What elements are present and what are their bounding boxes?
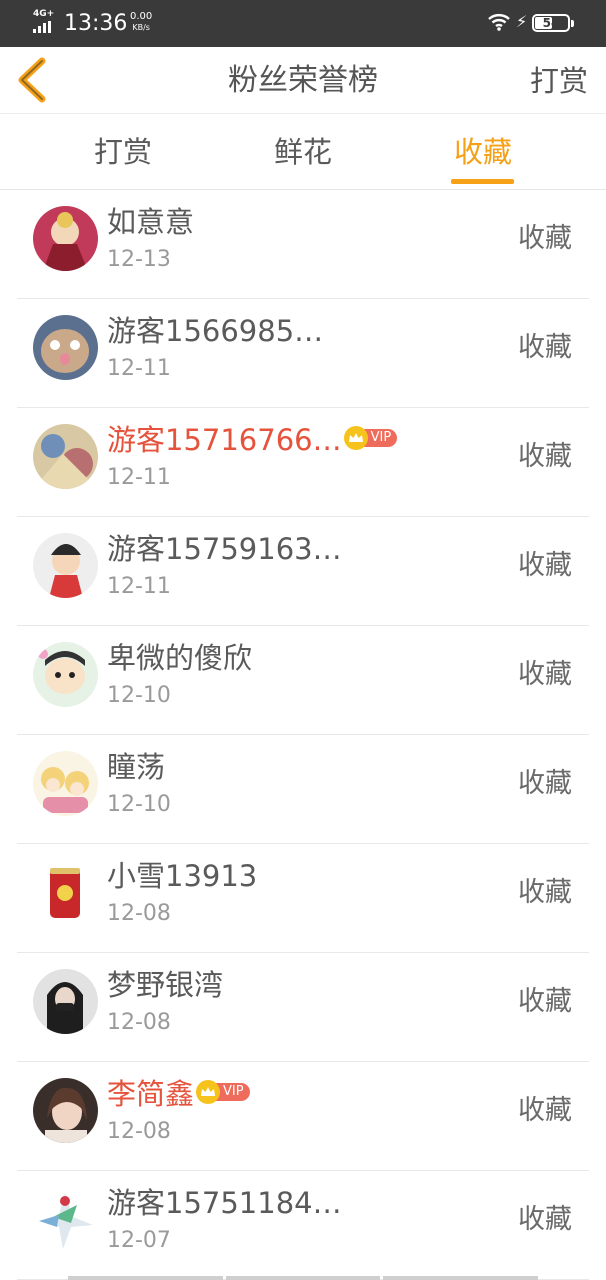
list-item[interactable]: 游客15759163… 12-11 收藏 (0, 517, 606, 626)
network-speed-unit: KB/s (132, 23, 150, 32)
next-row-peek (68, 1276, 539, 1280)
crown-icon (343, 426, 368, 450)
user-name: 游客1566985… (107, 314, 324, 348)
user-name: 瞳荡 (107, 750, 166, 784)
list-item[interactable]: 小雪13913 12-08 收藏 (0, 844, 606, 953)
date: 12-08 (107, 1119, 171, 1144)
reward-button[interactable]: 打赏 (530, 61, 588, 101)
user-name-text: 李简鑫 (107, 1077, 195, 1111)
network-speed-value: 0.00 (130, 11, 153, 22)
signal-icon (33, 21, 55, 33)
list-item[interactable]: 卑微的傻欣 12-10 收藏 (0, 626, 606, 735)
tab-reward[interactable]: 打赏 (63, 132, 183, 172)
tab-flowers[interactable]: 鲜花 (243, 132, 363, 172)
avatar (33, 206, 98, 271)
chevron-left-icon (18, 57, 46, 103)
date: 12-11 (107, 356, 171, 381)
wifi-icon (488, 13, 510, 35)
list-item[interactable]: 游客1566985… 12-11 收藏 (0, 299, 606, 408)
avatar (33, 860, 98, 925)
date: 12-10 (107, 683, 171, 708)
list-item[interactable]: 李简鑫 VIP 12-08 收藏 (0, 1062, 606, 1171)
avatar (33, 315, 98, 380)
page-title: 粉丝荣誉榜 (228, 63, 378, 98)
battery-cap (571, 20, 574, 27)
date: 12-13 (107, 247, 171, 272)
date: 12-10 (107, 792, 171, 817)
date: 12-07 (107, 1228, 171, 1253)
tab-bar: 打赏 鲜花 收藏 (0, 114, 606, 190)
user-name: 卑微的傻欣 (107, 641, 253, 675)
favorite-label: 收藏 (518, 768, 572, 799)
date: 12-11 (107, 574, 171, 599)
favorite-label: 收藏 (518, 550, 572, 581)
crown-icon (196, 1080, 221, 1104)
battery-icon: 54 (532, 14, 570, 32)
user-name: 如意意 (107, 205, 195, 239)
date: 12-08 (107, 1010, 171, 1035)
active-tab-indicator (451, 179, 514, 184)
user-name: 李简鑫 VIP (107, 1074, 250, 1114)
user-name: 游客15751184… (107, 1186, 342, 1220)
status-bar: 4G+ 13:36 0.00 KB/s ⚡ 54 (0, 0, 606, 47)
battery-level: 54 (542, 16, 560, 30)
avatar (33, 751, 98, 816)
vip-badge: VIP (196, 1080, 250, 1104)
favorite-label: 收藏 (518, 877, 572, 908)
favorite-label: 收藏 (518, 1095, 572, 1126)
network-speed: 0.00 KB/s (130, 11, 152, 33)
user-name: 游客15716766… VIP (107, 420, 398, 460)
tab-favorites[interactable]: 收藏 (423, 132, 543, 172)
nav-bar: 粉丝荣誉榜 打赏 (0, 47, 606, 114)
favorite-label: 收藏 (518, 332, 572, 363)
avatar (33, 969, 98, 1034)
favorite-label: 收藏 (518, 223, 572, 254)
avatar (33, 424, 98, 489)
list-item[interactable]: 如意意 12-13 收藏 (0, 190, 606, 299)
fan-list: 如意意 12-13 收藏 游客1566985… 12-11 收藏 游客15716… (0, 190, 606, 1280)
vip-badge: VIP (343, 426, 398, 450)
list-item[interactable]: 游客15716766… VIP 12-11 收藏 (0, 408, 606, 517)
network-type: 4G+ (33, 9, 55, 19)
user-name: 游客15759163… (107, 532, 342, 566)
list-item[interactable]: 梦野银湾 12-08 收藏 (0, 953, 606, 1062)
user-name: 梦野银湾 (107, 968, 224, 1002)
list-item[interactable]: 瞳荡 12-10 收藏 (0, 735, 606, 844)
clock: 13:36 (64, 11, 128, 36)
list-item[interactable]: 游客15751184… 12-07 收藏 (0, 1171, 606, 1280)
favorite-label: 收藏 (518, 659, 572, 690)
user-name-text: 游客15716766… (107, 423, 342, 457)
charging-icon: ⚡ (516, 12, 528, 31)
back-button[interactable] (14, 57, 54, 103)
avatar (33, 1078, 98, 1143)
user-name: 小雪13913 (107, 859, 258, 893)
date: 12-11 (107, 465, 171, 490)
date: 12-08 (107, 901, 171, 926)
favorite-label: 收藏 (518, 1204, 572, 1235)
avatar (33, 533, 98, 598)
avatar (33, 642, 98, 707)
favorite-label: 收藏 (518, 986, 572, 1017)
avatar (33, 1187, 98, 1252)
favorite-label: 收藏 (518, 441, 572, 472)
